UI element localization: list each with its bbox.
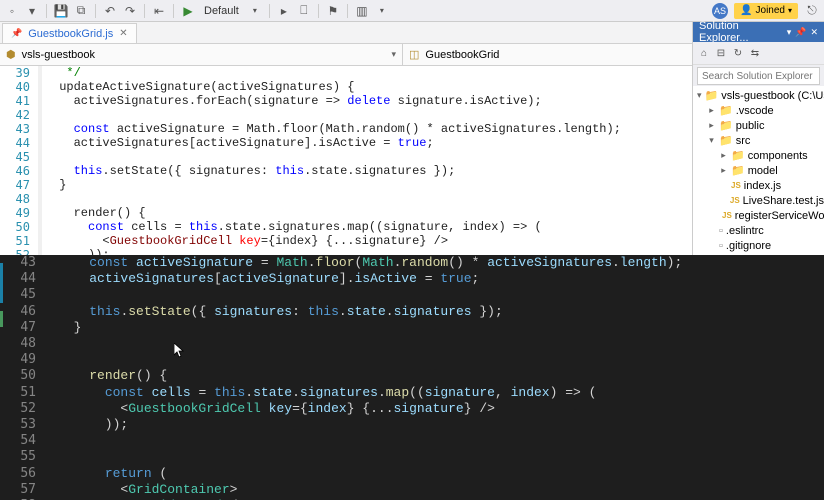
main-toolbar: ◦ ▾ 💾 ⧉ ↶ ↷ ⇤ ▶ Default ▾ ▸ ⎕ ⚑ ▥ ▾ AS 👤… [0,0,824,22]
twisty-icon[interactable]: ▾ [707,135,716,146]
nav-fwd-icon[interactable]: ▾ [24,3,40,19]
tree-item[interactable]: ▸📁public [693,118,824,133]
ext-dropdown-icon[interactable]: ▾ [374,3,390,19]
avatar[interactable]: AS [712,3,728,19]
tree-item[interactable]: ▫.gitignore [693,238,824,253]
line-gutter: 39 40 41 42 43 44 45 46 47 48 49 50 51 5… [0,66,42,255]
sync-icon[interactable]: ⇆ [748,46,762,60]
js-icon: JS [731,181,741,190]
chevron-down-icon[interactable]: ▾ [391,49,396,60]
frame-icon[interactable]: ⎕ [296,3,312,19]
close-icon[interactable]: ✕ [810,27,818,38]
tree-item[interactable]: ▾📁src [693,133,824,148]
tree-item-label: public [736,120,765,132]
joined-label: Joined [756,5,785,16]
tree-item-label: .vscode [736,105,774,117]
tree-item[interactable]: JSregisterServiceWor [693,208,824,223]
folder-icon: 📁 [719,134,733,147]
tree-item-label: index.js [744,180,781,192]
chevron-down-icon: ▾ [788,6,792,15]
js-icon: JS [730,196,740,205]
play-icon[interactable]: ▶ [180,3,196,19]
solution-explorer-label: Solution Explorer... [699,20,783,44]
solution-explorer-panel: Solution Explorer... ▾ 📌 ✕ ⌂ ⊟ ↻ ⇆ ▾📁vsl… [692,22,824,255]
indent-icon[interactable]: ⇤ [151,3,167,19]
solution-tree[interactable]: ▾📁vsls-guestbook (C:\User▸📁.vscode▸📁publ… [693,86,824,255]
pin-icon: 📌 [11,28,22,39]
tree-item[interactable]: ▾📁vsls-guestbook (C:\User [693,88,824,103]
file-icon: ▫ [719,225,723,237]
ext-icon[interactable]: ▥ [354,3,370,19]
refresh-icon[interactable]: ↻ [731,46,745,60]
pin-icon[interactable]: 📌 [795,27,806,38]
code-body-dark[interactable]: const activeSignature = Math.floor(Math.… [46,255,824,500]
tree-item[interactable]: ▫package.json [693,253,824,255]
save-icon[interactable]: 💾 [53,3,69,19]
step-icon[interactable]: ▸ [276,3,292,19]
js-icon: JS [722,211,732,220]
file-icon: ▫ [719,255,723,256]
tree-item-label: package.json [726,255,791,256]
twisty-icon[interactable]: ▸ [707,120,716,131]
cube-icon: ◫ [409,48,419,61]
home-icon[interactable]: ⌂ [697,46,711,60]
line-gutter-dark: 43 44 45 46 47 48 49 50 51 52 53 54 55 5… [0,255,46,500]
twisty-icon[interactable]: ▸ [719,150,728,161]
crumb-project[interactable]: ⬢ vsls-guestbook ▾ [0,44,403,65]
person-icon: 👤 [740,5,752,16]
undo-icon[interactable]: ↶ [102,3,118,19]
hex-icon: ⬢ [6,48,16,61]
save-all-icon[interactable]: ⧉ [73,3,89,19]
collapse-icon[interactable]: ⊟ [714,46,728,60]
tree-item[interactable]: JSindex.js [693,178,824,193]
crumb-project-label: vsls-guestbook [22,49,95,61]
config-dropdown-icon[interactable]: ▾ [247,3,263,19]
folder-icon: 📁 [731,164,745,177]
redo-icon[interactable]: ↷ [122,3,138,19]
nav-back-icon[interactable]: ◦ [4,3,20,19]
tree-item[interactable]: ▸📁model [693,163,824,178]
solution-explorer-search [693,64,824,86]
chevron-down-icon[interactable]: ▾ [787,27,792,38]
tree-item-label: components [748,150,808,162]
twisty-icon[interactable]: ▸ [707,105,716,116]
file-icon: ▫ [719,240,723,252]
tree-item-label: vsls-guestbook (C:\User [721,90,824,102]
tab-guestbookgrid[interactable]: 📌 GuestbookGrid.js ✕ [2,23,137,43]
tree-item-label: LiveShare.test.js [743,195,824,207]
folder-icon: 📁 [705,89,719,102]
flag-icon[interactable]: ⚑ [325,3,341,19]
folder-icon: 📁 [719,119,733,132]
twisty-icon[interactable]: ▸ [719,165,728,176]
solution-explorer-toolbar: ⌂ ⊟ ↻ ⇆ [693,42,824,64]
editor-dark[interactable]: 43 44 45 46 47 48 49 50 51 52 53 54 55 5… [0,255,824,500]
liveshare-joined-pill[interactable]: 👤 Joined ▾ [734,3,798,19]
run-config-label[interactable]: Default [200,5,243,17]
close-icon[interactable]: ✕ [119,28,127,39]
tree-item-label: registerServiceWor [735,210,824,222]
share-icon[interactable]: ⎋ [804,3,820,19]
solution-explorer-title[interactable]: Solution Explorer... ▾ 📌 ✕ [693,22,824,42]
tree-item[interactable]: ▸📁components [693,148,824,163]
crumb-symbol-label: GuestbookGrid [425,49,499,61]
tree-item-label: model [748,165,778,177]
twisty-icon[interactable]: ▾ [697,90,702,101]
tree-item[interactable]: JSLiveShare.test.js [693,193,824,208]
tree-item-label: .gitignore [726,240,771,252]
tree-item-label: src [736,135,751,147]
tree-item-label: .eslintrc [726,225,764,237]
search-input[interactable] [697,67,820,85]
folder-icon: 📁 [719,104,733,117]
tree-item[interactable]: ▸📁.vscode [693,103,824,118]
folder-icon: 📁 [731,149,745,162]
tab-label: GuestbookGrid.js [28,28,113,40]
tree-item[interactable]: ▫.eslintrc [693,223,824,238]
